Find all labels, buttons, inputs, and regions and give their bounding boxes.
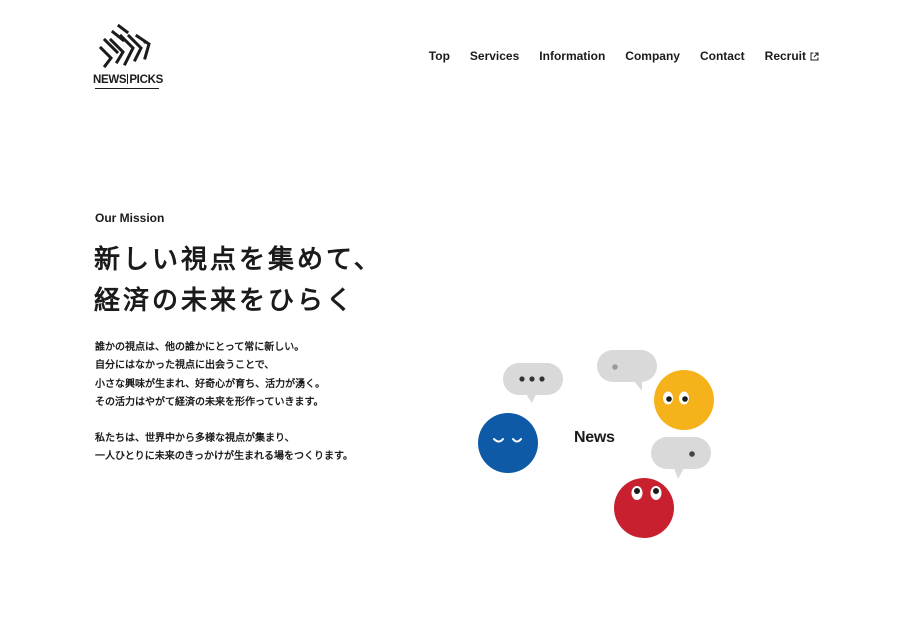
logo-wordmark-right: PICKS bbox=[129, 74, 163, 86]
nav-information[interactable]: Information bbox=[539, 49, 605, 63]
body-line: 自分にはなかった視点に出会うことで、 bbox=[95, 360, 275, 372]
body-line: 小さな興味が生まれ、好奇心が育ち、活力が湧く。 bbox=[95, 378, 326, 390]
yellow-character-icon bbox=[654, 370, 714, 430]
mission-headline: 新しい視点を集めて、 経済の未来をひらく bbox=[94, 240, 383, 322]
nav-contact-label: Contact bbox=[699, 49, 745, 63]
section-eyebrow: Our Mission bbox=[95, 211, 165, 225]
main-nav: Top Services Information Company Contact… bbox=[429, 49, 819, 63]
logo-underline bbox=[95, 88, 159, 89]
nav-information-label: Information bbox=[539, 49, 606, 63]
nav-contact[interactable]: Contact bbox=[700, 49, 745, 63]
body-line: 私たちは、世界中から多様な視点が集まり、 bbox=[95, 433, 295, 445]
mission-body: 誰かの視点は、他の誰かにとって常に新しい。 自分にはなかった視点に出会うことで、… bbox=[95, 339, 353, 467]
news-illustration: News bbox=[470, 340, 730, 550]
logo-wordmark-left: NEWS bbox=[93, 74, 127, 86]
external-link-icon bbox=[810, 52, 819, 60]
nav-recruit[interactable]: Recruit bbox=[765, 49, 819, 63]
nav-company[interactable]: Company bbox=[625, 49, 680, 63]
headline-line-1: 新しい視点を集めて、 bbox=[94, 245, 383, 275]
headline-line-2: 経済の未来をひらく bbox=[94, 286, 356, 316]
nav-company-label: Company bbox=[625, 49, 680, 63]
news-label: News bbox=[574, 429, 615, 446]
speech-bubble-icon bbox=[503, 363, 563, 403]
body-line: その活力はやがて経済の未来を形作っていきます。 bbox=[95, 396, 324, 408]
logo-wordmark: NEWS PICKS bbox=[93, 74, 163, 86]
red-character-icon bbox=[614, 478, 674, 538]
newspicks-logo[interactable]: NEWS PICKS bbox=[93, 22, 163, 92]
nav-top[interactable]: Top bbox=[429, 49, 450, 63]
nav-services-label: Services bbox=[469, 49, 520, 63]
blue-character-icon bbox=[478, 413, 538, 473]
speech-bubble-icon bbox=[651, 437, 711, 479]
speech-bubble-icon bbox=[597, 350, 657, 391]
body-line: 一人ひとりに未来のきっかけが生まれる場をつくります。 bbox=[95, 451, 353, 463]
zebra-logo-icon bbox=[98, 23, 151, 69]
nav-services[interactable]: Services bbox=[470, 49, 519, 63]
nav-recruit-label: Recruit bbox=[764, 49, 806, 63]
nav-top-label: Top bbox=[428, 49, 450, 63]
body-line: 誰かの視点は、他の誰かにとって常に新しい。 bbox=[95, 342, 305, 353]
